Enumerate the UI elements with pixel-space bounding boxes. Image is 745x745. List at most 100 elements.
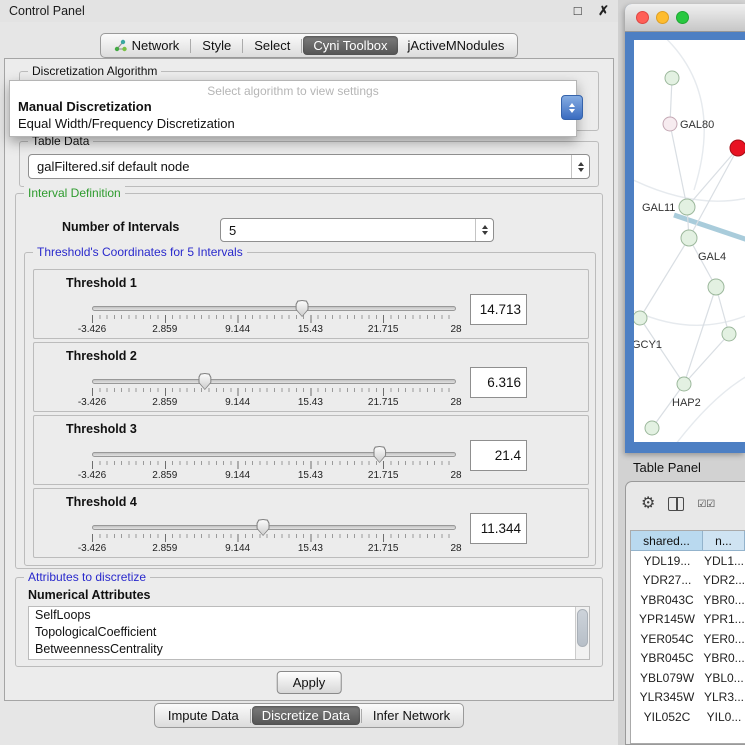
network-node[interactable] xyxy=(663,117,677,131)
table-cell[interactable]: YBL079W xyxy=(631,668,703,688)
table-row[interactable]: YBL079WYBL0... xyxy=(631,668,745,688)
table-cell[interactable]: YPR145W xyxy=(631,610,703,630)
slider-ticks xyxy=(92,461,456,469)
network-edge[interactable] xyxy=(684,287,716,384)
tab-impute-data[interactable]: Impute Data xyxy=(158,706,249,725)
table-cell[interactable]: YBR0... xyxy=(703,649,745,669)
network-edge xyxy=(634,300,745,325)
zoom-traffic-light-icon[interactable] xyxy=(676,11,689,24)
close-traffic-light-icon[interactable] xyxy=(636,11,649,24)
table-cell[interactable]: YBL0... xyxy=(703,668,745,688)
control-panel-titlebar: Control Panel □ ✗ xyxy=(0,0,618,22)
table-cell[interactable]: YIL052C xyxy=(631,707,703,727)
scrollbar-thumb[interactable] xyxy=(577,609,588,647)
threshold-2-slider[interactable]: -3.4262.8599.14415.4321.71528 xyxy=(92,373,456,409)
network-edge[interactable] xyxy=(684,334,729,384)
table-row[interactable]: YDR27...YDR2... xyxy=(631,571,745,591)
threshold-3-slider[interactable]: -3.4262.8599.14415.4321.71528 xyxy=(92,446,456,482)
table-cell[interactable]: YER054C xyxy=(631,629,703,649)
table-row[interactable]: YBR043CYBR0... xyxy=(631,590,745,610)
numerical-attributes-label: Numerical Attributes xyxy=(28,588,150,602)
select-columns-icon[interactable]: ☑☑ xyxy=(697,499,715,510)
network-edge[interactable] xyxy=(689,148,738,238)
float-window-icon[interactable]: □ xyxy=(574,3,582,18)
threshold-3-value[interactable]: 21.4 xyxy=(470,440,527,471)
slider-scale-label: 15.43 xyxy=(298,324,323,335)
table-data-combo[interactable]: galFiltered.sif default node xyxy=(28,154,590,179)
threshold-1-slider[interactable]: -3.4262.8599.14415.4321.71528 xyxy=(92,300,456,336)
slider-scale-label: 21.715 xyxy=(368,324,399,335)
table-panel-toolbar: ⚙ ☑☑ xyxy=(626,482,745,526)
tab-jactivemnodules[interactable]: jActiveMNodules xyxy=(398,36,515,55)
column-header-name[interactable]: n... xyxy=(703,531,745,551)
column-header-shared-name[interactable]: shared... xyxy=(631,531,703,551)
table-row[interactable]: YER054CYER0... xyxy=(631,629,745,649)
threshold-3-box: Threshold 3 -3.4262.8599.14415.4321.7152… xyxy=(33,415,589,485)
network-node[interactable] xyxy=(730,140,745,156)
table-cell[interactable]: YER0... xyxy=(703,629,745,649)
tab-infer-network[interactable]: Infer Network xyxy=(363,706,460,725)
group-title: Discretization Algorithm xyxy=(28,64,161,78)
network-node[interactable] xyxy=(634,311,647,325)
threshold-4-slider[interactable]: -3.4262.8599.14415.4321.71528 xyxy=(92,519,456,555)
scrollbar[interactable] xyxy=(575,607,589,659)
table-row[interactable]: YDL19...YDL1... xyxy=(631,551,745,571)
numerical-attributes-list[interactable]: SelfLoopsTopologicalCoefficientBetweenne… xyxy=(28,606,590,660)
table-cell[interactable]: YDL1... xyxy=(703,551,745,571)
table-cell[interactable]: YDR27... xyxy=(631,571,703,591)
menu-item-manual-discretization[interactable]: Manual Discretization xyxy=(10,98,576,115)
network-node[interactable] xyxy=(679,199,695,215)
columns-icon[interactable] xyxy=(668,497,684,511)
slider-scale-label: -3.426 xyxy=(78,470,106,481)
network-edge[interactable] xyxy=(687,148,738,207)
attribute-list-item[interactable]: SelfLoops xyxy=(29,607,589,624)
gear-icon[interactable]: ⚙ xyxy=(641,496,655,512)
slider-ticks xyxy=(92,315,456,323)
minimize-traffic-light-icon[interactable] xyxy=(656,11,669,24)
menu-item-equal-width-frequency[interactable]: Equal Width/Frequency Discretization xyxy=(10,115,576,132)
tab-discretize-data[interactable]: Discretize Data xyxy=(252,706,360,725)
node-table: shared... n... YDL19...YDL1...YDR27...YD… xyxy=(630,530,745,744)
close-window-icon[interactable]: ✗ xyxy=(598,3,609,18)
network-edge[interactable] xyxy=(640,238,689,318)
network-node[interactable] xyxy=(681,230,697,246)
table-row[interactable]: YPR145WYPR1... xyxy=(631,610,745,630)
network-node[interactable] xyxy=(708,279,724,295)
table-row[interactable]: YIL052CYIL0... xyxy=(631,707,745,727)
apply-button[interactable]: Apply xyxy=(277,671,342,694)
attribute-list-item[interactable]: TopologicalCoefficient xyxy=(29,624,589,641)
network-node[interactable] xyxy=(665,71,679,85)
network-window-titlebar[interactable] xyxy=(625,4,745,32)
network-edge[interactable] xyxy=(640,318,684,384)
threshold-2-value[interactable]: 6.316 xyxy=(470,367,527,398)
table-cell[interactable]: YDR2... xyxy=(703,571,745,591)
threshold-label: Threshold 4 xyxy=(66,495,137,509)
table-cell[interactable]: YDL19... xyxy=(631,551,703,571)
attribute-list-item[interactable]: BetweennessCentrality xyxy=(29,641,589,658)
interval-definition-group: Interval Definition Number of Intervals … xyxy=(15,193,603,569)
table-cell[interactable]: YPR1... xyxy=(703,610,745,630)
table-row[interactable]: YLR345WYLR3... xyxy=(631,688,745,708)
threshold-4-value[interactable]: 11.344 xyxy=(470,513,527,544)
network-node[interactable] xyxy=(722,327,736,341)
table-cell[interactable]: YLR345W xyxy=(631,688,703,708)
num-intervals-combo[interactable]: 5 xyxy=(220,218,494,242)
tab-style[interactable]: Style xyxy=(192,36,241,55)
table-cell[interactable]: YIL0... xyxy=(703,707,745,727)
threshold-1-value[interactable]: 14.713 xyxy=(470,294,527,325)
table-cell[interactable]: YBR043C xyxy=(631,590,703,610)
slider-scale-label: 28 xyxy=(450,324,461,335)
table-panel-title: Table Panel xyxy=(633,460,701,475)
network-canvas[interactable]: GAL80GAL11GAL4GCY1HAP2 xyxy=(634,40,745,442)
tab-cyni-toolbox[interactable]: Cyni Toolbox xyxy=(303,36,397,55)
tab-network[interactable]: Network xyxy=(104,36,190,55)
num-intervals-label: Number of Intervals xyxy=(62,220,179,234)
table-cell[interactable]: YBR0... xyxy=(703,590,745,610)
table-row[interactable]: YBR045CYBR0... xyxy=(631,649,745,669)
algorithm-combo-button[interactable] xyxy=(561,95,583,120)
network-node[interactable] xyxy=(677,377,691,391)
table-cell[interactable]: YBR045C xyxy=(631,649,703,669)
table-cell[interactable]: YLR3... xyxy=(703,688,745,708)
network-node[interactable] xyxy=(645,421,659,435)
tab-select[interactable]: Select xyxy=(244,36,300,55)
